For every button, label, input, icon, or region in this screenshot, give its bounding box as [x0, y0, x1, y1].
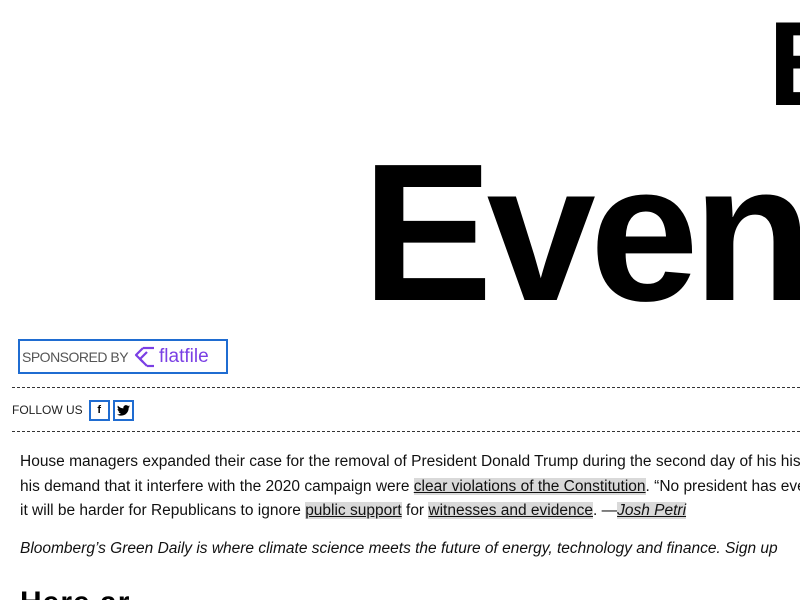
follow-bar: FOLLOW US f [12, 397, 137, 423]
article-text: . “No president has eve [645, 477, 800, 495]
article-line-3: it will be harder for Republicans to ign… [20, 499, 800, 524]
article-body: House managers expanded their case for t… [20, 450, 800, 524]
divider-bottom [12, 431, 800, 432]
witnesses-evidence-link[interactable]: witnesses and evidence [428, 502, 593, 519]
facebook-button[interactable]: f [88, 399, 110, 421]
follow-label: FOLLOW US [12, 403, 83, 417]
article-text: it will be harder for Republicans to ign… [20, 502, 306, 519]
newsletter-page: B Eveni SPONSORED BY flatfile FOLLOW US … [0, 0, 800, 600]
divider-top [12, 387, 800, 388]
facebook-icon: f [97, 403, 102, 416]
twitter-bird-icon [116, 404, 130, 416]
flatfile-layers-icon [134, 346, 156, 368]
public-support-link[interactable]: public support [305, 502, 402, 519]
masthead-title: Eveni [362, 123, 800, 331]
section-heading: Here ar [20, 586, 130, 600]
green-daily-promo: Bloomberg’s Green Daily is where climate… [20, 540, 778, 557]
article-text: . — [592, 502, 618, 519]
sponsor-link[interactable]: SPONSORED BY flatfile [18, 339, 228, 374]
author-link[interactable]: Josh Petri [617, 502, 687, 519]
article-line-1: House managers expanded their case for t… [20, 450, 800, 475]
article-text: his demand that it interfere with the 20… [20, 477, 414, 495]
masthead: B Eveni [0, 0, 800, 330]
twitter-button[interactable] [112, 399, 134, 421]
sponsor-brand: flatfile [159, 345, 209, 367]
article-text: for [401, 502, 429, 519]
article-line-2: his demand that it interfere with the 20… [20, 475, 800, 500]
article-text: House managers expanded their case for t… [20, 453, 800, 470]
masthead-top-word: B [768, 4, 800, 124]
constitution-link[interactable]: clear violations of the Constitution [413, 477, 646, 495]
sponsor-label: SPONSORED BY [22, 348, 129, 365]
